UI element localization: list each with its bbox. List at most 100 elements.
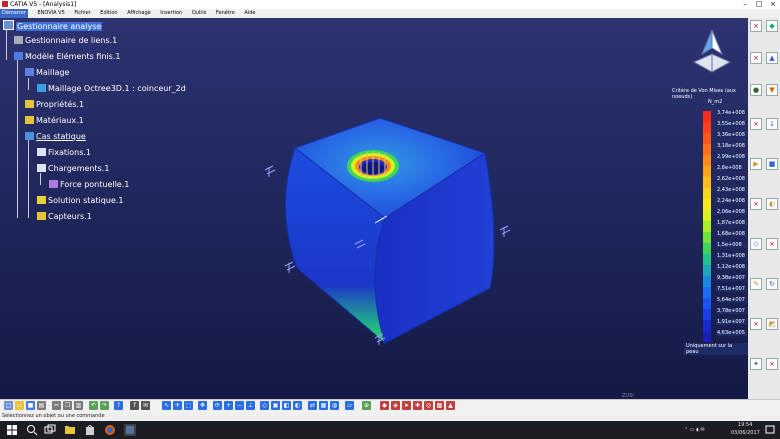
menu-enovia[interactable]: ENOVIA V5 <box>38 9 65 18</box>
menu-edition[interactable]: Edition <box>100 9 117 18</box>
save-icon[interactable]: ■ <box>26 401 35 410</box>
close-toolbar-icon[interactable]: × <box>766 238 778 250</box>
tree-item-label: Matériaux.1 <box>36 116 84 125</box>
tree-item-fixations[interactable]: Fixations.1 <box>37 148 91 157</box>
tree-item-static-solution[interactable]: Solution statique.1 <box>37 196 123 205</box>
formula-icon[interactable]: f <box>130 401 139 410</box>
task-view-icon[interactable] <box>44 424 56 436</box>
compass-widget[interactable] <box>688 26 736 86</box>
extrema-icon[interactable]: ▲ <box>446 401 455 410</box>
new-file-icon[interactable]: □ <box>4 401 13 410</box>
print-icon[interactable]: ▤ <box>37 401 46 410</box>
tree-item-static-case[interactable]: Cas statique <box>25 132 86 141</box>
tray-icons[interactable]: ⌃ ▭ ◖ ✉ <box>684 427 705 433</box>
material-view-icon[interactable]: ◍ <box>330 401 339 410</box>
analysis-tool-icon[interactable]: ◇ <box>750 238 762 250</box>
fit-all-icon[interactable]: ⬚ <box>184 401 193 410</box>
3d-viewport[interactable]: Gestionnaire analyse Gestionnaire de lie… <box>0 18 748 399</box>
tree-item-octree-mesh[interactable]: Maillage Octree3D.1 : coinceur_2d <box>37 84 186 93</box>
redo-icon[interactable]: ↷ <box>100 401 109 410</box>
image-layout-icon[interactable]: ▩ <box>435 401 444 410</box>
menu-aide[interactable]: Aide <box>244 9 255 18</box>
zoom-in-icon[interactable]: + <box>224 401 233 410</box>
copy-icon[interactable]: ❐ <box>63 401 72 410</box>
menu-insertion[interactable]: Insertion <box>160 9 182 18</box>
file-explorer-icon[interactable] <box>64 424 76 436</box>
normal-view-icon[interactable]: ⊥ <box>246 401 255 410</box>
tree-item-analysis-manager[interactable]: Gestionnaire analyse <box>3 20 103 31</box>
load-tool-icon[interactable]: ↓ <box>766 118 778 130</box>
render-icon[interactable]: ▦ <box>319 401 328 410</box>
report-tool-icon[interactable]: ✎ <box>750 278 762 290</box>
menu-outils[interactable]: Outils <box>192 9 206 18</box>
tree-item-label: Maillage <box>36 68 70 77</box>
close-toolbar-icon[interactable]: × <box>766 358 778 370</box>
tree-item-properties[interactable]: Propriétés.1 <box>25 100 84 109</box>
maximize-button[interactable]: □ <box>752 0 766 9</box>
compute-tool-icon[interactable]: ▶ <box>750 158 762 170</box>
menu-fenetre[interactable]: Fenêtre <box>216 9 235 18</box>
minimize-button[interactable]: – <box>738 0 752 9</box>
restraint-tool-icon[interactable]: ▼ <box>766 84 778 96</box>
perspective-icon[interactable]: ▱ <box>345 401 354 410</box>
swap-visible-icon[interactable]: ⇄ <box>308 401 317 410</box>
menu-fichier[interactable]: Fichier <box>74 9 90 18</box>
mesh-tool-icon[interactable]: ◆ <box>766 20 778 32</box>
windows-start-icon[interactable] <box>6 424 18 436</box>
adaptivity-tool-icon[interactable]: ✦ <box>750 358 762 370</box>
menu-demarrer[interactable]: Démarrer <box>0 9 28 18</box>
tree-item-mesh[interactable]: Maillage <box>25 68 69 77</box>
cut-plane-tool-icon[interactable]: ◩ <box>766 318 778 330</box>
close-toolbar-icon[interactable]: × <box>750 20 762 32</box>
precision-icon[interactable]: ◎ <box>424 401 433 410</box>
store-icon[interactable] <box>84 424 96 436</box>
tree-item-label: Modèle Eléments finis.1 <box>25 52 121 61</box>
comment-icon[interactable]: ✉ <box>141 401 150 410</box>
von-mises-icon[interactable]: ◈ <box>391 401 400 410</box>
sensor-tool-icon[interactable]: ◐ <box>766 198 778 210</box>
close-button[interactable]: × <box>766 0 780 9</box>
notification-icon[interactable] <box>764 424 776 436</box>
help-icon[interactable]: ? <box>114 401 123 410</box>
paste-icon[interactable]: ▥ <box>74 401 83 410</box>
legend-value-label: 7,51e+007 <box>716 286 747 292</box>
firefox-icon[interactable] <box>104 424 116 436</box>
iso-view-icon[interactable]: ◇ <box>260 401 269 410</box>
close-toolbar-icon[interactable]: × <box>750 52 762 64</box>
animate-tool-icon[interactable]: ↻ <box>766 278 778 290</box>
legend-value-label: 2,8e+008 <box>716 165 747 171</box>
cut-icon[interactable]: ✂ <box>52 401 61 410</box>
front-view-icon[interactable]: ▣ <box>271 401 280 410</box>
tree-item-point-force[interactable]: Force pontuelle.1 <box>49 180 129 189</box>
close-toolbar-icon[interactable]: × <box>750 318 762 330</box>
rotate-icon[interactable]: ⟳ <box>213 401 222 410</box>
search-icon[interactable] <box>26 424 38 436</box>
shading-icon[interactable]: ◧ <box>282 401 291 410</box>
close-toolbar-icon[interactable]: × <box>750 198 762 210</box>
close-toolbar-icon[interactable]: × <box>750 118 762 130</box>
fly-mode-icon[interactable]: ✈ <box>173 401 182 410</box>
catia-app-icon <box>2 1 8 7</box>
pan-icon[interactable]: ✥ <box>198 401 207 410</box>
menu-affichage[interactable]: Affichage <box>127 9 151 18</box>
undo-icon[interactable]: ↶ <box>89 401 98 410</box>
deformed-icon[interactable]: ◆ <box>380 401 389 410</box>
image-tool-icon[interactable]: ■ <box>766 158 778 170</box>
von-mises-part-model[interactable] <box>255 88 530 358</box>
material-tool-icon[interactable]: ● <box>750 84 762 96</box>
analysis-filter-icon[interactable]: ⊕ <box>362 401 371 410</box>
hide-show-icon[interactable]: ◐ <box>293 401 302 410</box>
tree-item-fem-model[interactable]: Modèle Eléments finis.1 <box>14 52 120 61</box>
tree-item-loads[interactable]: Chargements.1 <box>37 164 109 173</box>
displacement-icon[interactable]: ➤ <box>402 401 411 410</box>
principal-stress-icon[interactable]: ✚ <box>413 401 422 410</box>
properties-tool-icon[interactable]: ▲ <box>766 52 778 64</box>
catia-taskbar-icon[interactable] <box>124 424 136 436</box>
tree-item-sensors[interactable]: Capteurs.1 <box>37 212 92 221</box>
legend-color-swatch <box>703 232 711 243</box>
zoom-out-icon[interactable]: − <box>235 401 244 410</box>
tree-item-materials[interactable]: Matériaux.1 <box>25 116 84 125</box>
open-file-icon[interactable]: ▭ <box>15 401 24 410</box>
tree-item-links-manager[interactable]: Gestionnaire de liens.1 <box>14 36 117 45</box>
select-icon[interactable]: ↖ <box>162 401 171 410</box>
